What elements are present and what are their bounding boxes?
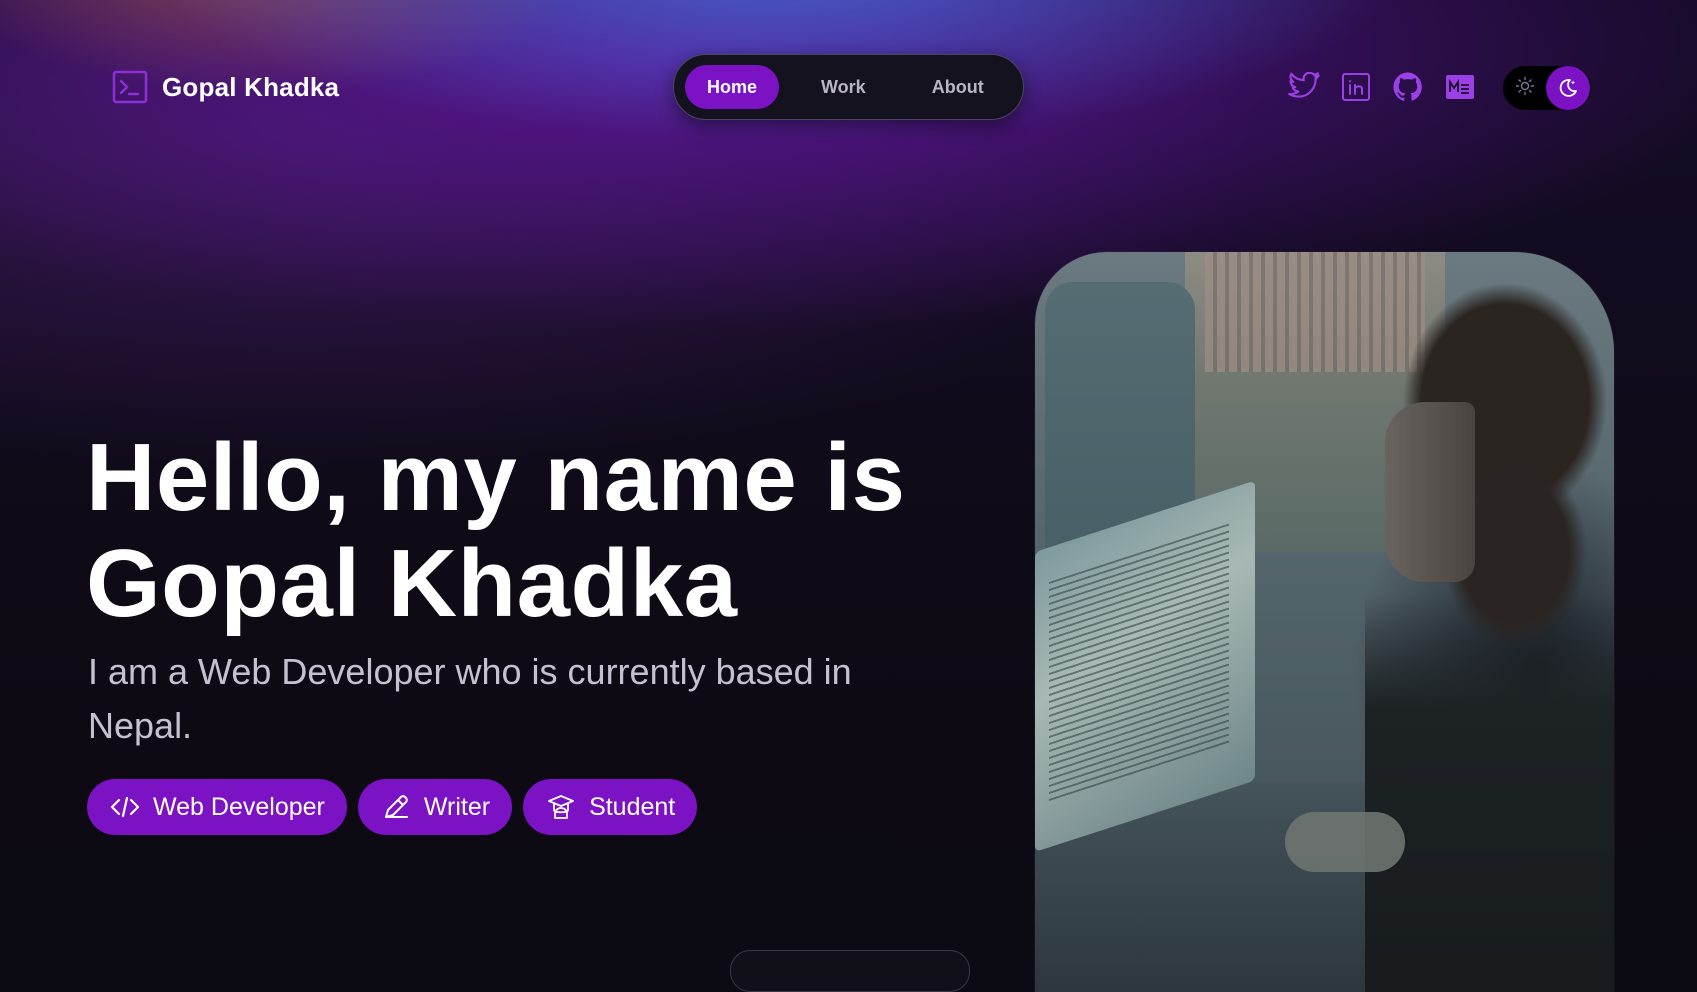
nav-home[interactable]: Home xyxy=(685,65,780,109)
tag-web-developer[interactable]: Web Developer xyxy=(87,779,347,835)
tag-writer[interactable]: Writer xyxy=(357,779,513,835)
tag-label: Web Developer xyxy=(153,792,325,821)
brand-name: Gopal Khadka xyxy=(162,71,340,102)
brand[interactable]: Gopal Khadka xyxy=(112,70,339,104)
linkedin-icon[interactable] xyxy=(1340,71,1372,103)
github-icon[interactable] xyxy=(1392,71,1424,103)
nav-about[interactable]: About xyxy=(910,65,1006,109)
photo-hands xyxy=(1285,812,1405,872)
medium-icon[interactable] xyxy=(1444,71,1476,103)
social-links xyxy=(1288,71,1476,103)
code-icon xyxy=(110,796,140,818)
floating-toolbar[interactable] xyxy=(730,950,970,992)
terminal-icon xyxy=(112,70,148,104)
theme-toggle[interactable] xyxy=(1503,66,1591,110)
graduation-icon xyxy=(548,795,574,819)
hero-subtitle: I am a Web Developer who is currently ba… xyxy=(88,651,852,746)
hero-title: Hello, my name is Gopal Khadka xyxy=(86,425,905,637)
hero-title-line2: Gopal Khadka xyxy=(86,530,738,637)
tag-student[interactable]: Student xyxy=(523,779,698,835)
nav-work[interactable]: Work xyxy=(799,65,888,109)
role-tags: Web Developer Writer Student xyxy=(87,779,905,835)
moon-toggle-knob xyxy=(1546,66,1590,110)
main-nav: Home Work About xyxy=(673,54,1024,120)
pencil-icon xyxy=(384,795,408,818)
hero-title-line1: Hello, my name is xyxy=(86,424,906,531)
hero-photo xyxy=(1035,252,1614,992)
photo-person xyxy=(1365,252,1614,992)
site-header: Gopal Khadka Home Work About xyxy=(0,0,1697,175)
tag-label: Student xyxy=(589,792,676,821)
photo-face xyxy=(1385,402,1475,582)
twitter-icon[interactable] xyxy=(1288,71,1320,103)
tag-label: Writer xyxy=(423,792,491,821)
sun-icon xyxy=(1515,76,1535,101)
moon-icon xyxy=(1559,79,1577,97)
hero-section: Hello, my name is Gopal Khadka I am a We… xyxy=(86,425,905,835)
